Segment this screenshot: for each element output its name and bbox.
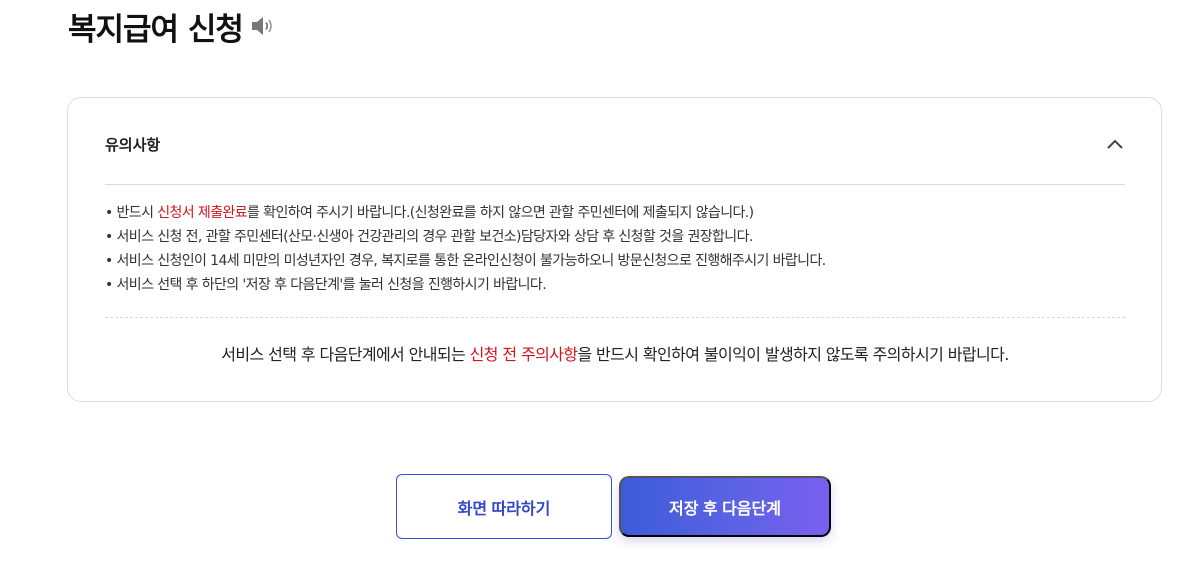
notice-item: 서비스 신청 전, 관할 주민센터(산모·신생아 건강관리의 경우 관할 보건소…	[105, 225, 1125, 249]
notice-accordion-header[interactable]: 유의사항	[105, 126, 1125, 162]
summary-highlight: 신청 전 주의사항	[469, 345, 578, 364]
page: 복지급여 신청 유의사항 반드시 신청서 제출완료를 확인하여 주시기 바랍니다…	[0, 0, 1189, 570]
notice-item: 서비스 신청인이 14세 미만의 미성년자인 경우, 복지로를 통한 온라인신청…	[105, 249, 1125, 273]
follow-screen-button[interactable]: 화면 따라하기	[396, 474, 612, 539]
divider	[105, 184, 1125, 185]
page-title: 복지급여 신청	[68, 11, 244, 48]
notice-highlight: 신청서 제출완료	[157, 205, 248, 221]
save-next-button[interactable]: 저장 후 다음단계	[619, 476, 831, 537]
notice-item: 반드시 신청서 제출완료를 확인하여 주시기 바랍니다.(신청완료를 하지 않으…	[105, 201, 1125, 225]
title-row: 복지급여 신청	[68, 6, 275, 48]
notice-summary: 서비스 선택 후 다음단계에서 안내되는 신청 전 주의사항을 반드시 확인하여…	[221, 345, 1009, 364]
dashed-divider	[105, 317, 1125, 318]
notice-item: 서비스 선택 후 하단의 '저장 후 다음단계'를 눌러 신청을 진행하시기 바…	[105, 273, 1125, 297]
notice-title: 유의사항	[105, 135, 161, 154]
notice-panel: 유의사항 반드시 신청서 제출완료를 확인하여 주시기 바랍니다.(신청완료를 …	[67, 97, 1162, 402]
speaker-icon[interactable]	[249, 13, 275, 39]
notice-list: 반드시 신청서 제출완료를 확인하여 주시기 바랍니다.(신청완료를 하지 않으…	[105, 201, 1125, 297]
chevron-up-icon[interactable]	[1105, 134, 1125, 154]
